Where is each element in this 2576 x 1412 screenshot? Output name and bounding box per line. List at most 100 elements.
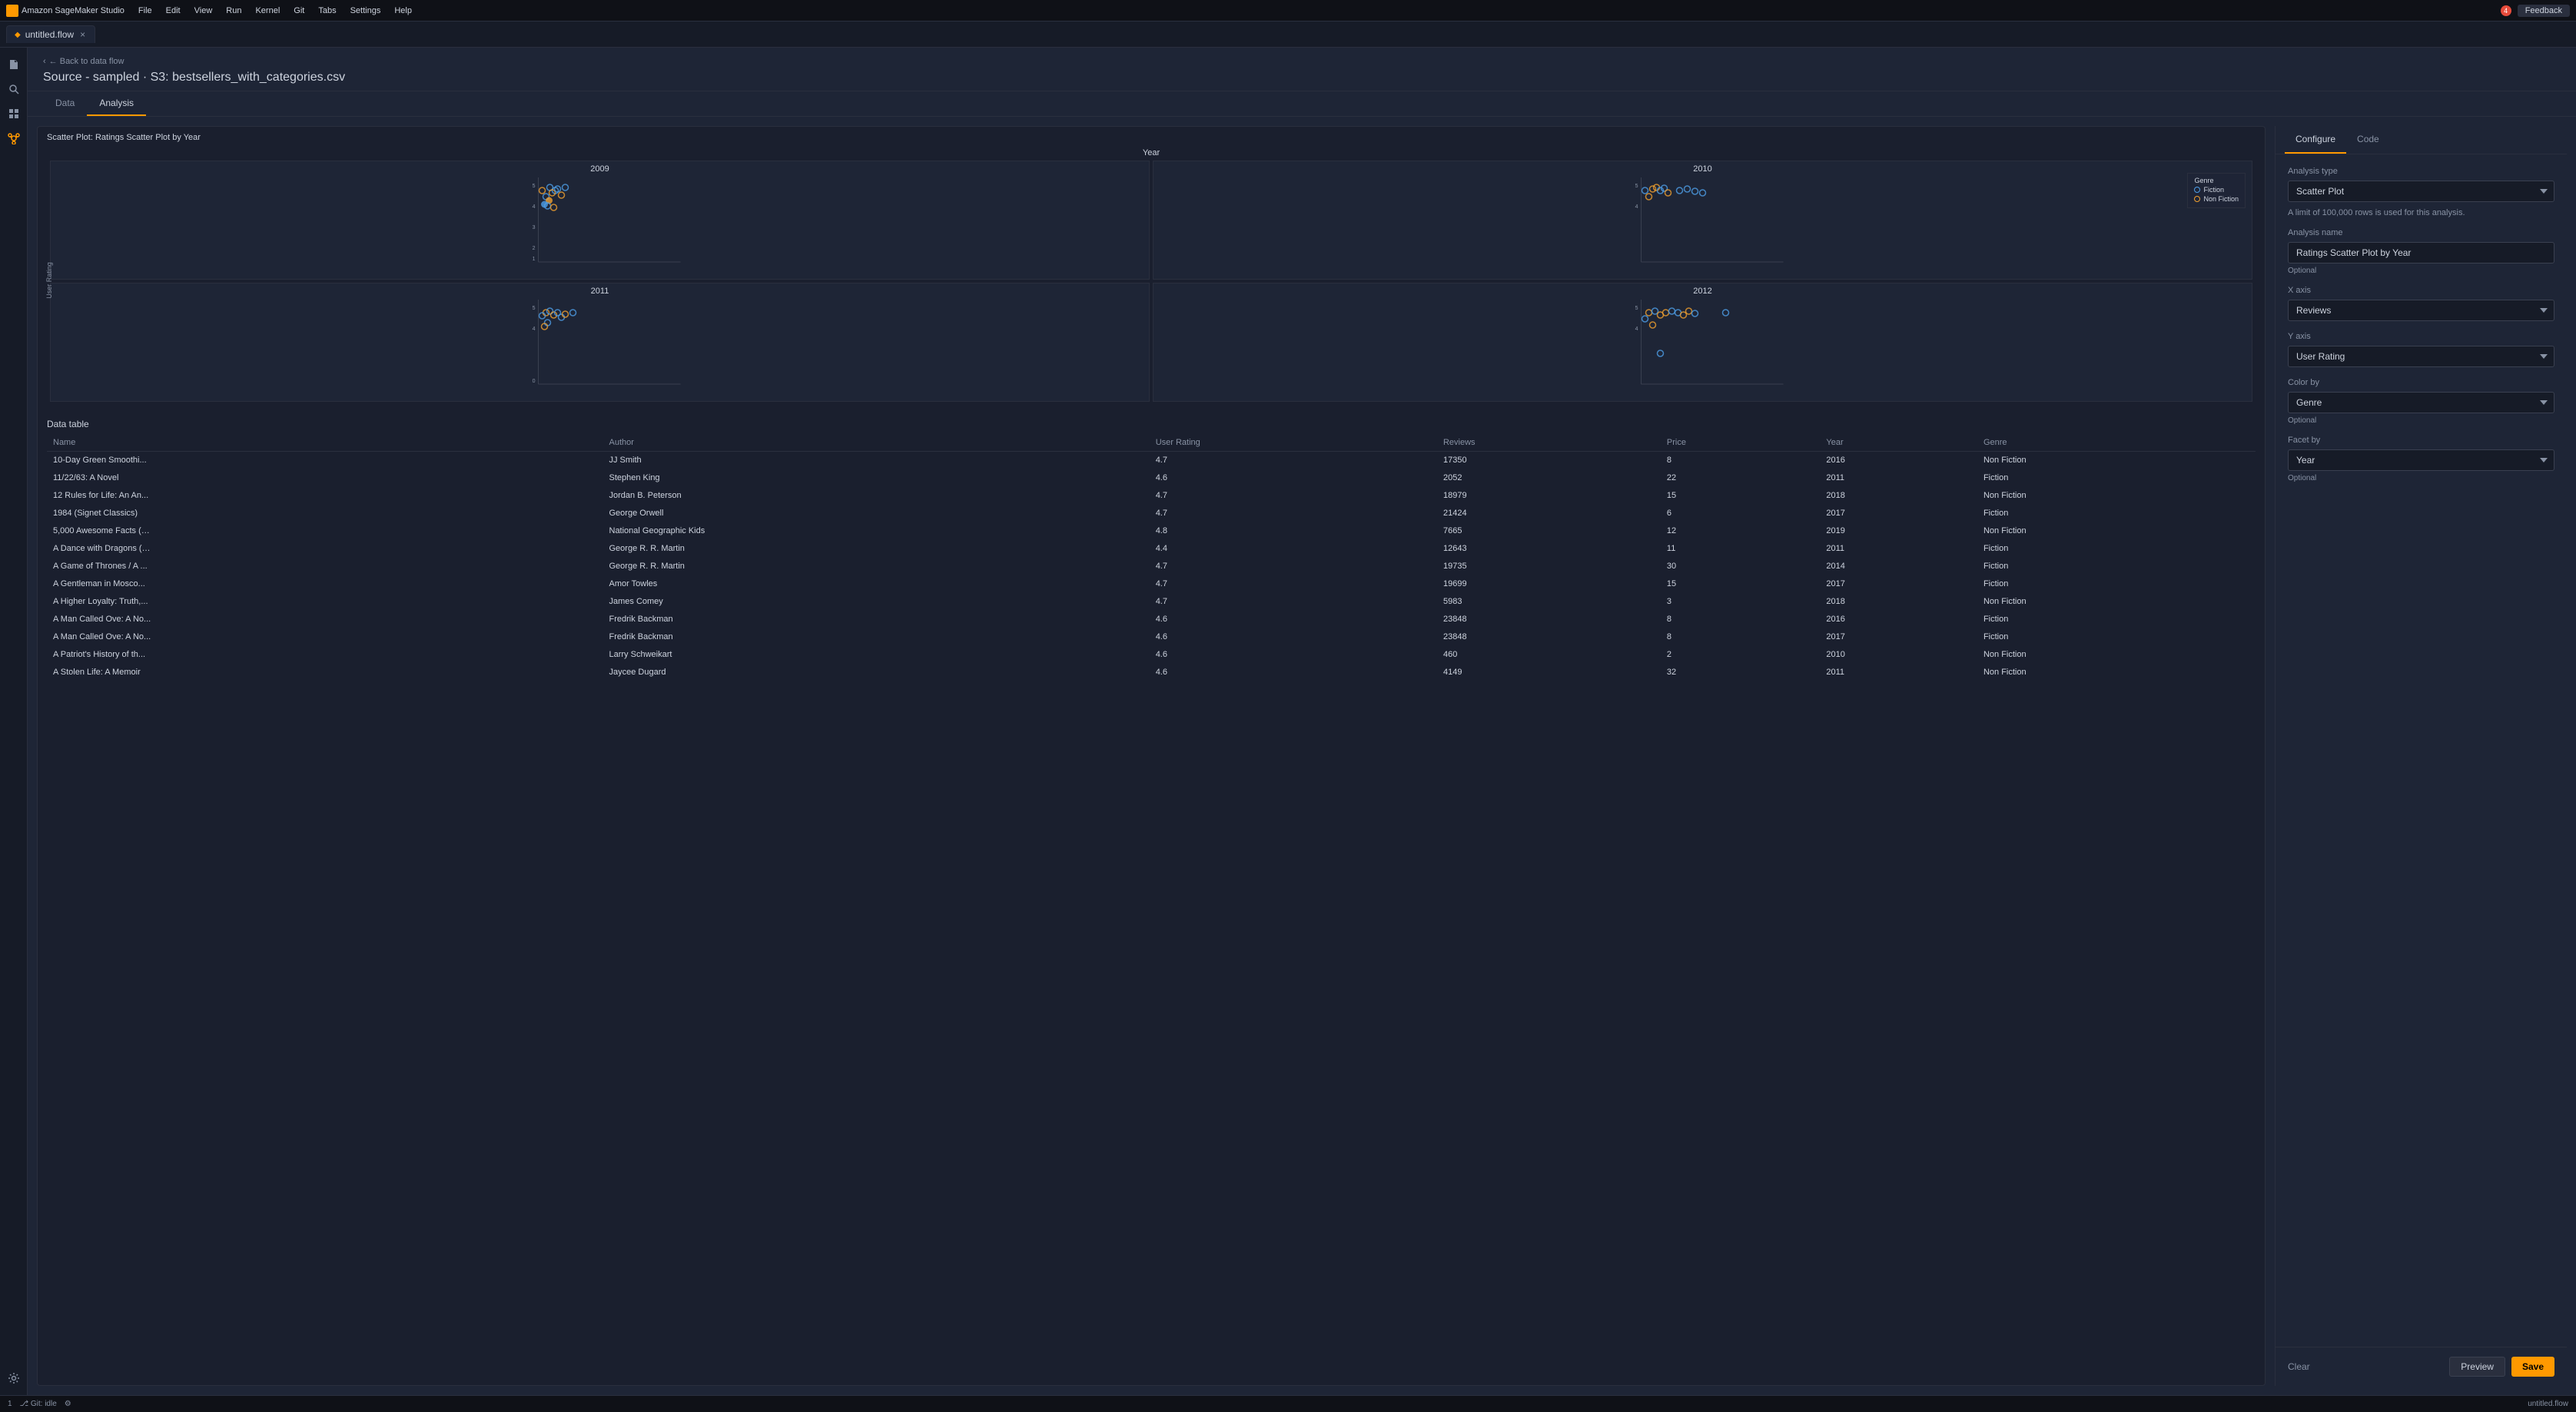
menu-bar: Amazon SageMaker Studio File Edit View R… [0, 0, 2576, 22]
menu-file[interactable]: File [132, 5, 158, 17]
sidebar-icon-search[interactable] [3, 78, 25, 100]
chart-panel: Scatter Plot: Ratings Scatter Plot by Ye… [37, 126, 2266, 1386]
analysis-type-label: Analysis type [2288, 167, 2554, 176]
svg-text:5: 5 [1635, 306, 1638, 311]
table-row: A Man Called Ove: A No...Fredrik Backman… [47, 628, 2256, 646]
scatter-svg-2012: 5 4 [1154, 296, 2252, 392]
menu-settings[interactable]: Settings [344, 5, 387, 17]
scatter-panel-2009: 2009 5 4 3 2 1 [50, 161, 1150, 280]
config-tab-code[interactable]: Code [2346, 126, 2390, 154]
table-row: A Dance with Dragons (…George R. R. Mart… [47, 540, 2256, 558]
back-link[interactable]: ‹ ← Back to data flow [43, 57, 2561, 66]
table-row: A Gentleman in Mosco...Amor Towles4.7196… [47, 575, 2256, 593]
year-label-2010: 2010 [1154, 161, 2252, 174]
status-settings-icon[interactable]: ⚙ [65, 1400, 71, 1408]
fiction-dot [2194, 187, 2200, 193]
tab-bar: ◆ untitled.flow × [0, 22, 2576, 48]
table-row: 10-Day Green Smoothi...JJ Smith4.7173508… [47, 452, 2256, 469]
color-by-select[interactable]: GenreYearAuthorNone [2288, 392, 2554, 413]
facet-by-select[interactable]: YearGenreAuthorNone [2288, 449, 2554, 471]
analysis-name-input[interactable] [2288, 242, 2554, 264]
feedback-button[interactable]: Feedback [2518, 5, 2570, 17]
table-row: 11/22/63: A NovelStephen King4.620522220… [47, 469, 2256, 487]
col-year[interactable]: Year [1820, 434, 1977, 452]
limit-text: A limit of 100,000 rows is used for this… [2288, 208, 2554, 217]
color-by-label: Color by [2288, 378, 2554, 387]
back-arrow-icon: ‹ [43, 57, 46, 66]
sidebar-icon-file[interactable] [3, 54, 25, 75]
flow-tab[interactable]: ◆ untitled.flow × [6, 25, 95, 43]
svg-text:4: 4 [533, 326, 536, 332]
status-bar: 1 ⎇ Git: idle ⚙ untitled.flow [0, 1395, 2576, 1412]
svg-text:4: 4 [1635, 326, 1638, 332]
content-header: ‹ ← Back to data flow Source - sampled ·… [28, 48, 2576, 91]
sidebar-icon-graph[interactable] [3, 128, 25, 149]
content-area: ‹ ← Back to data flow Source - sampled ·… [28, 48, 2576, 1395]
table-row: 5,000 Awesome Facts (…National Geographi… [47, 522, 2256, 540]
y-axis-select[interactable]: User RatingReviewsPriceYear [2288, 346, 2554, 367]
notification-badge: 4 [2501, 5, 2511, 16]
x-axis-field: X axis ReviewsUser RatingPriceYear [2288, 286, 2554, 321]
main-layout: ‹ ← Back to data flow Source - sampled ·… [0, 48, 2576, 1395]
menu-edit[interactable]: Edit [160, 5, 187, 17]
analysis-area: Scatter Plot: Ratings Scatter Plot by Ye… [28, 117, 2576, 1395]
tab-data[interactable]: Data [43, 91, 87, 116]
save-button[interactable]: Save [2511, 1357, 2554, 1377]
table-row: A Stolen Life: A MemoirJaycee Dugard4.64… [47, 664, 2256, 681]
menu-view[interactable]: View [188, 5, 219, 17]
svg-text:5: 5 [533, 306, 536, 311]
app-title: Amazon SageMaker Studio [6, 5, 124, 17]
sidebar-icon-tools[interactable] [3, 1367, 25, 1389]
data-table: Name Author User Rating Reviews Price Ye… [47, 434, 2256, 681]
chart-title: Scatter Plot: Ratings Scatter Plot by Ye… [38, 127, 2265, 148]
status-left: 1 ⎇ Git: idle ⚙ [8, 1400, 71, 1408]
scatter-svg-2011: 5 4 0 [51, 296, 1149, 392]
col-reviews[interactable]: Reviews [1437, 434, 1661, 452]
col-price[interactable]: Price [1661, 434, 1820, 452]
menu-kernel[interactable]: Kernel [249, 5, 286, 17]
chart-legend: Genre Fiction Non Fiction [2187, 173, 2246, 208]
table-row: A Patriot's History of th...Larry Schwei… [47, 646, 2256, 664]
analysis-name-field: Analysis name Optional [2288, 228, 2554, 275]
data-table-section: Data table Name Author User Rating Revie… [38, 413, 2265, 1385]
tab-analysis[interactable]: Analysis [87, 91, 146, 116]
svg-text:5: 5 [1635, 184, 1638, 189]
svg-text:2: 2 [533, 246, 536, 251]
col-author[interactable]: Author [603, 434, 1150, 452]
col-name[interactable]: Name [47, 434, 603, 452]
menu-bar-right: 4 Feedback [2501, 5, 2570, 17]
scatter-panel-2012: 2012 5 4 [1153, 283, 2252, 402]
x-axis-select[interactable]: ReviewsUser RatingPriceYear [2288, 300, 2554, 321]
scatter-svg-2010: 5 4 [1154, 174, 2252, 270]
status-git: ⎇ Git: idle [20, 1400, 57, 1408]
svg-text:4: 4 [533, 204, 536, 210]
config-tab-configure[interactable]: Configure [2285, 126, 2346, 154]
menu-git[interactable]: Git [287, 5, 310, 17]
svg-text:4: 4 [1635, 204, 1638, 210]
table-row: A Game of Thrones / A ...George R. R. Ma… [47, 558, 2256, 575]
analysis-type-field: Analysis type Scatter PlotHistogramBox P… [2288, 167, 2554, 202]
col-rating[interactable]: User Rating [1150, 434, 1437, 452]
analysis-type-select[interactable]: Scatter PlotHistogramBox PlotLine Chart [2288, 181, 2554, 202]
table-row: 1984 (Signet Classics)George Orwell4.721… [47, 505, 2256, 522]
legend-title: Genre [2194, 177, 2239, 184]
nonfiction-dot [2194, 196, 2200, 202]
menu-run[interactable]: Run [220, 5, 247, 17]
data-table-title: Data table [47, 413, 2256, 434]
app-title-text: Amazon SageMaker Studio [22, 6, 124, 15]
scatter-grid: 2009 5 4 3 2 1 [44, 161, 2259, 408]
chart-x-axis-title: Year [44, 148, 2259, 161]
year-label-2011: 2011 [51, 283, 1149, 296]
flow-tab-icon: ◆ [15, 31, 21, 39]
sidebar-icon-extensions[interactable] [3, 103, 25, 124]
menu-help[interactable]: Help [388, 5, 418, 17]
preview-button[interactable]: Preview [2449, 1357, 2505, 1377]
year-label-2012: 2012 [1154, 283, 2252, 296]
col-genre[interactable]: Genre [1977, 434, 2256, 452]
page-title: Source - sampled · S3: bestsellers_with_… [43, 71, 2561, 85]
legend-item-fiction: Fiction [2194, 186, 2239, 194]
facet-by-hint: Optional [2288, 474, 2554, 482]
clear-button[interactable]: Clear [2288, 1361, 2310, 1372]
close-tab-button[interactable]: × [78, 29, 87, 40]
menu-tabs[interactable]: Tabs [312, 5, 342, 17]
